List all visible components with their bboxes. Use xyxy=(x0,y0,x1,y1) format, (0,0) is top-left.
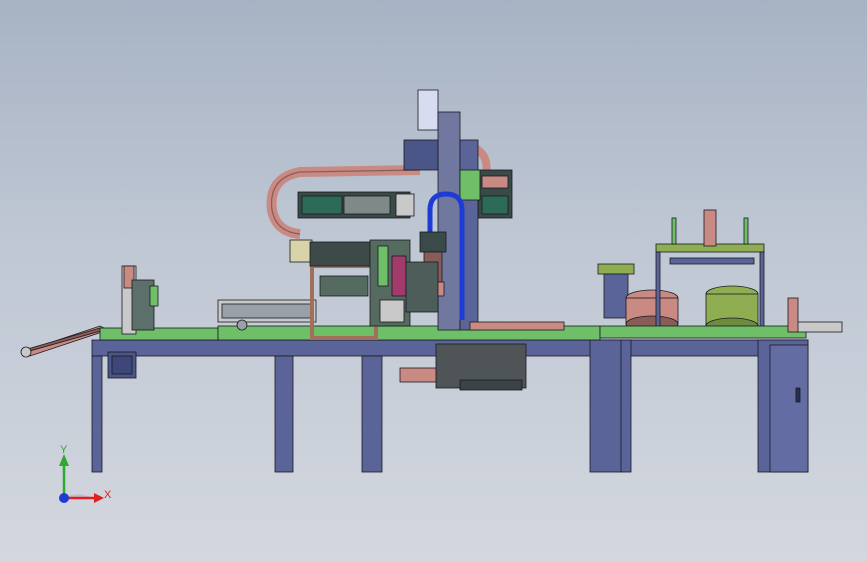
left-sensor-post xyxy=(121,265,159,335)
coordinate-triad: Y X xyxy=(59,444,112,503)
feeder-bowl-left xyxy=(597,263,679,333)
cad-viewport[interactable]: Y X xyxy=(0,0,867,562)
x-axis-label: X xyxy=(104,489,112,501)
y-axis-label: Y xyxy=(60,444,68,456)
tooling-frame xyxy=(289,239,378,340)
